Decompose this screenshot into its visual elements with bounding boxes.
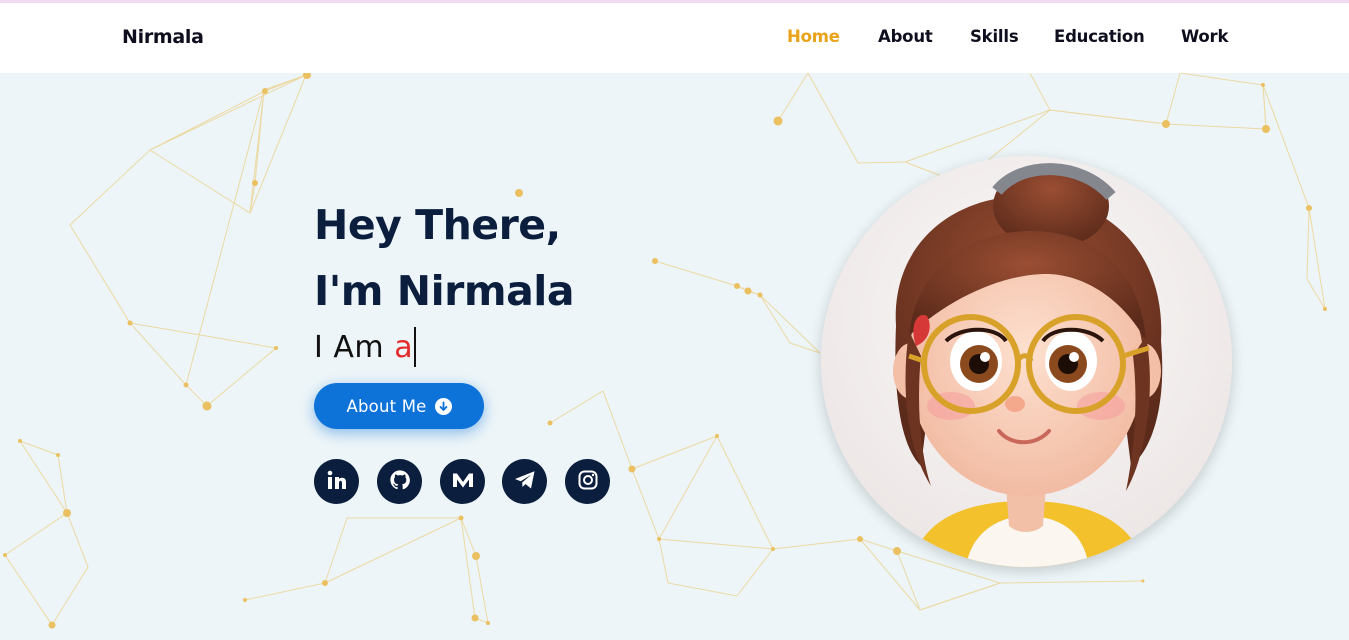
nav-education[interactable]: Education [1054, 27, 1145, 46]
typing-caret [414, 327, 417, 367]
github-icon [389, 469, 411, 495]
hero-greeting-line2: I'm Nirmala [314, 267, 575, 315]
nav-home[interactable]: Home [787, 27, 840, 46]
linkedin-link[interactable] [314, 459, 359, 504]
linkedin-icon [327, 470, 347, 494]
telegram-link[interactable] [502, 459, 547, 504]
profile-avatar [821, 156, 1232, 567]
hero-greeting-line1: Hey There, [314, 201, 561, 249]
github-link[interactable] [377, 459, 422, 504]
arrow-down-circle-icon [434, 397, 452, 415]
typed-word: a [394, 330, 414, 365]
hero-section: Hey There, I'm Nirmala I Am a About Me [0, 73, 1349, 640]
instagram-link[interactable] [565, 459, 610, 504]
nav-work[interactable]: Work [1181, 27, 1228, 46]
avatar-illustration [821, 156, 1232, 567]
nav-about[interactable]: About [878, 27, 933, 46]
instagram-icon [578, 470, 598, 494]
brand-logo[interactable]: Nirmala [122, 26, 204, 48]
medium-icon [452, 472, 474, 492]
about-me-label: About Me [346, 396, 427, 416]
typing-text: I Am a [314, 327, 417, 367]
about-me-button[interactable]: About Me [314, 383, 484, 429]
medium-link[interactable] [440, 459, 485, 504]
telegram-icon [514, 470, 536, 494]
nav-skills[interactable]: Skills [970, 27, 1019, 46]
typing-prefix: I Am [314, 330, 385, 365]
navbar: Nirmala Home About Skills Education Work [0, 3, 1349, 73]
